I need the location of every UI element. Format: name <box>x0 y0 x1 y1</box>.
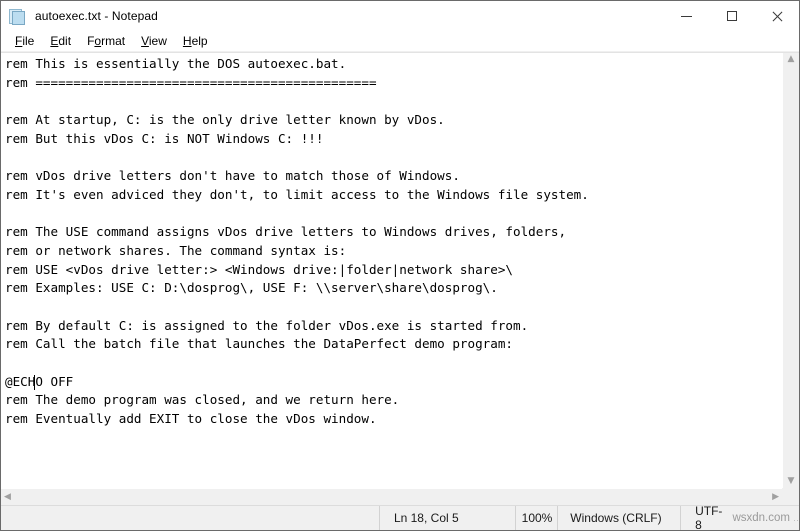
text-line: @ECHO OFF <box>5 373 782 392</box>
text-line <box>5 92 782 111</box>
chevron-down-icon[interactable]: ▼ <box>788 477 795 486</box>
text-line: rem Examples: USE C: D:\dosprog\, USE F:… <box>5 280 498 296</box>
caret-text-before: @ECH <box>5 373 36 389</box>
menu-format-rest: rmat <box>101 33 126 48</box>
text-line <box>5 354 782 373</box>
text-line: rem The USE command assigns vDos drive l… <box>5 224 567 240</box>
scrollbar-corner <box>782 488 799 505</box>
minimize-icon <box>681 15 692 17</box>
menu-item-view[interactable]: View <box>133 33 175 50</box>
notepad-document-icon <box>9 8 26 25</box>
caret-text-after: O OFF <box>35 373 74 389</box>
watermark-dots-icon: ․․ <box>792 512 799 523</box>
text-line: rem vDos drive letters don't have to mat… <box>5 168 460 184</box>
chevron-right-icon[interactable]: ▶ <box>772 492 779 502</box>
menu-help-rest: elp <box>191 33 208 48</box>
text-line <box>5 148 782 167</box>
status-cursor-position: Ln 18, Col 5 <box>380 506 516 530</box>
menu-view-accesskey: V <box>141 33 149 48</box>
editor-row: rem This is essentially the DOS autoexec… <box>1 53 799 488</box>
minimize-button[interactable] <box>664 1 709 31</box>
status-encoding-group: UTF-8 wsxdn.com ․․ <box>681 504 799 531</box>
chevron-left-icon[interactable]: ◀ <box>4 492 11 502</box>
text-line: rem At startup, C: is the only drive let… <box>5 112 445 128</box>
text-line <box>5 298 782 317</box>
text-line: rem ====================================… <box>5 74 377 90</box>
editor-area: rem This is essentially the DOS autoexec… <box>1 52 799 505</box>
window-controls <box>664 1 799 31</box>
menu-item-file[interactable]: File <box>7 33 42 50</box>
text-line: rem The demo program was closed, and we … <box>5 392 400 408</box>
text-line: rem Eventually add EXIT to close the vDo… <box>5 411 377 427</box>
maximize-button[interactable] <box>709 1 754 31</box>
text-line: rem or network shares. The command synta… <box>5 242 347 258</box>
text-editor[interactable]: rem This is essentially the DOS autoexec… <box>1 53 782 488</box>
text-line: rem By default C: is assigned to the fol… <box>5 317 529 333</box>
title-bar-left: autoexec.txt - Notepad <box>1 8 664 25</box>
menu-bar: File Edit Format View Help <box>1 31 799 52</box>
status-bar: Ln 18, Col 5 100% Windows (CRLF) UTF-8 w… <box>1 504 799 531</box>
text-line <box>5 205 782 224</box>
horizontal-scrollbar[interactable]: ◀ ▶ <box>1 488 782 505</box>
text-line: rem This is essentially the DOS autoexec… <box>5 56 347 71</box>
status-bar-spacer <box>1 506 380 530</box>
menu-file-rest: ile <box>22 33 35 48</box>
chevron-up-icon[interactable]: ▲ <box>788 55 795 64</box>
menu-item-edit[interactable]: Edit <box>42 33 79 50</box>
watermark-text: wsxdn.com <box>732 512 790 524</box>
menu-view-rest: iew <box>148 33 167 48</box>
close-icon <box>771 11 782 22</box>
menu-help-accesskey: H <box>182 33 192 48</box>
menu-item-format[interactable]: Format <box>79 33 133 50</box>
text-line: rem USE <vDos drive letter:> <Windows dr… <box>5 261 513 277</box>
status-line-ending: Windows (CRLF) <box>558 506 682 530</box>
status-zoom-level[interactable]: 100% <box>516 506 559 530</box>
maximize-icon <box>726 11 737 21</box>
text-line: rem It's even adviced they don't, to lim… <box>5 186 589 202</box>
close-button[interactable] <box>754 1 799 31</box>
menu-item-help[interactable]: Help <box>175 33 216 50</box>
notepad-window: autoexec.txt - Notepad File Edit Format … <box>0 0 800 531</box>
menu-edit-rest: dit <box>58 33 72 48</box>
vertical-scrollbar[interactable]: ▲ ▼ <box>782 53 799 488</box>
title-bar: autoexec.txt - Notepad <box>1 1 799 31</box>
status-encoding: UTF-8 <box>695 504 723 531</box>
text-line: rem Call the batch file that launches th… <box>5 336 513 352</box>
text-line: rem But this vDos C: is NOT Windows C: !… <box>5 130 324 146</box>
text-content: rem This is essentially the DOS autoexec… <box>1 55 782 429</box>
window-title: autoexec.txt - Notepad <box>35 9 158 23</box>
